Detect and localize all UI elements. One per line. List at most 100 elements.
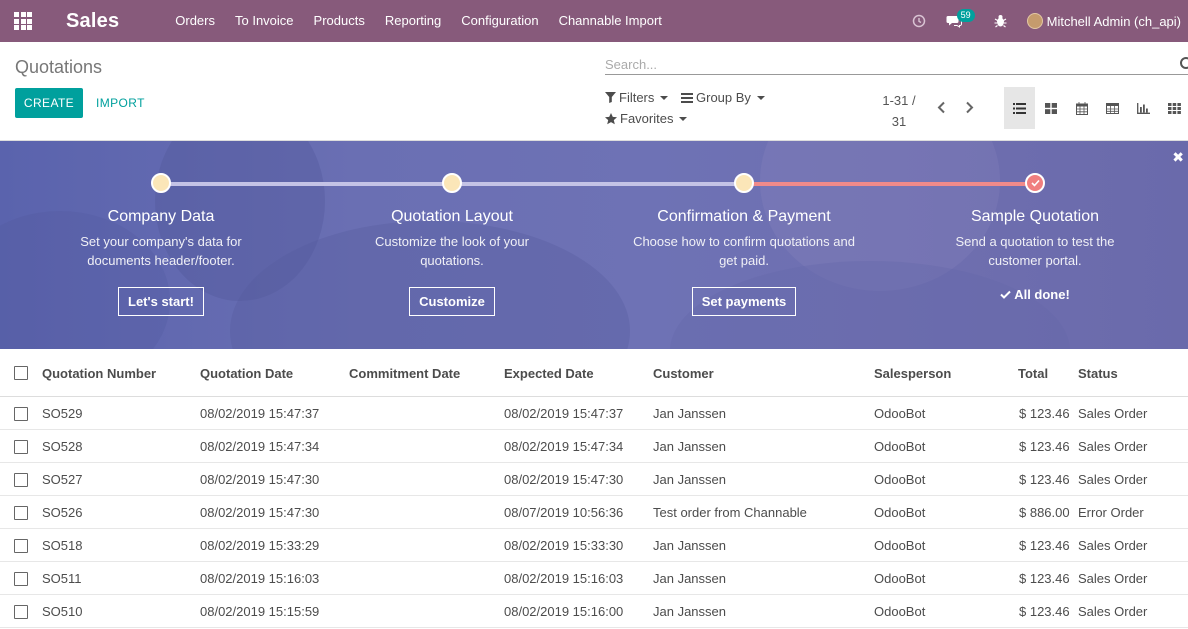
cell-salesperson: OdooBot [874, 505, 926, 520]
cell-salesperson: OdooBot [874, 604, 926, 619]
cell-customer: Jan Janssen [653, 406, 726, 421]
table-header: Quotation Number Quotation Date Commitme… [0, 349, 1188, 397]
cell-status: Sales Order [1078, 439, 1148, 454]
app-brand[interactable]: Sales [66, 10, 119, 33]
table-row[interactable]: SO518 08/02/2019 15:33:29 08/02/2019 15:33… [0, 529, 1188, 562]
menu-configuration[interactable]: Configuration [451, 0, 548, 42]
menu-reporting[interactable]: Reporting [375, 0, 451, 42]
star-icon [605, 112, 617, 124]
column-customer[interactable]: Customer [653, 366, 714, 381]
cell-expected-date: 08/07/2019 10:56:36 [504, 505, 624, 520]
messages-icon[interactable]: 59 [936, 0, 984, 42]
step-sample-quotation: Sample Quotation Send a quotation to tes… [915, 208, 1155, 302]
row-checkbox[interactable] [14, 572, 28, 586]
cell-quotation-date: 08/02/2019 15:47:30 [200, 472, 320, 487]
favorites-dropdown[interactable]: Favorites [605, 111, 688, 126]
messages-badge: 59 [956, 9, 975, 22]
row-checkbox[interactable] [14, 473, 28, 487]
table-row[interactable]: SO511 08/02/2019 15:16:03 08/02/2019 15:16… [0, 562, 1188, 595]
step-dot-company [151, 173, 171, 193]
activity-clock-icon[interactable] [902, 0, 936, 42]
cell-status: Sales Order [1078, 406, 1148, 421]
row-checkbox[interactable] [14, 539, 28, 553]
column-status[interactable]: Status [1078, 366, 1118, 381]
create-button[interactable]: CREATE [15, 88, 83, 118]
check-icon [1000, 290, 1011, 299]
column-expected-date[interactable]: Expected Date [504, 366, 594, 381]
customize-button[interactable]: Customize [409, 287, 495, 316]
row-checkbox[interactable] [14, 605, 28, 619]
list-view-icon[interactable] [1004, 87, 1035, 129]
filters-dropdown[interactable]: Filters [605, 90, 669, 105]
cell-quotation-date: 08/02/2019 15:33:29 [200, 538, 320, 553]
step-quotation-layout: Quotation Layout Customize the look of y… [332, 208, 572, 316]
column-quotation-date[interactable]: Quotation Date [200, 366, 293, 381]
row-checkbox[interactable] [14, 407, 28, 421]
set-payments-button[interactable]: Set payments [691, 287, 797, 316]
cell-total: $ 123.46 [1019, 538, 1070, 553]
page-title[interactable]: Quotations [15, 57, 102, 78]
column-quotation-number[interactable]: Quotation Number [42, 366, 156, 381]
apps-menu-icon[interactable] [0, 0, 46, 42]
step-description: Send a quotation to test the customer po… [955, 234, 1115, 268]
cell-status: Error Order [1078, 505, 1144, 520]
step-title: Company Data [107, 208, 215, 225]
all-done-text: All done! [1014, 287, 1070, 302]
table-row[interactable]: SO529 08/02/2019 15:47:37 08/02/2019 15:47… [0, 397, 1188, 430]
step-title: Quotation Layout [391, 208, 513, 225]
user-menu[interactable]: Mitchell Admin (ch_api) [1017, 0, 1188, 42]
grid-view-icon[interactable] [1159, 87, 1188, 129]
control-panel: Quotations CREATE IMPORT Filters Group B… [0, 42, 1188, 141]
groupby-dropdown[interactable]: Group By [681, 90, 765, 105]
cell-quotation-number: SO529 [42, 406, 83, 421]
user-name: Mitchell Admin (ch_api) [1046, 13, 1181, 29]
row-checkbox[interactable] [14, 440, 28, 454]
cell-total: $ 123.46 [1019, 604, 1070, 619]
pager-previous-icon[interactable] [934, 100, 948, 114]
groupby-label: Group By [696, 90, 751, 105]
row-checkbox[interactable] [14, 506, 28, 520]
menu-products[interactable]: Products [304, 0, 375, 42]
column-total[interactable]: Total [1018, 366, 1048, 381]
step-confirmation-payment: Confirmation & Payment Choose how to con… [624, 208, 864, 316]
cell-status: Sales Order [1078, 571, 1148, 586]
cell-salesperson: OdooBot [874, 439, 926, 454]
bars-icon [681, 92, 693, 103]
lets-start-button[interactable]: Let's start! [118, 287, 204, 316]
search-icon[interactable] [1180, 57, 1188, 69]
cell-salesperson: OdooBot [874, 571, 926, 586]
graph-view-icon[interactable] [1128, 87, 1159, 129]
cell-customer: Jan Janssen [653, 571, 726, 586]
table-row[interactable]: SO510 08/02/2019 15:15:59 08/02/2019 15:16… [0, 595, 1188, 628]
quotations-table: Quotation Number Quotation Date Commitme… [0, 349, 1188, 628]
menu-to-invoice[interactable]: To Invoice [225, 0, 304, 42]
filter-icon [605, 92, 616, 103]
table-row[interactable]: SO527 08/02/2019 15:47:30 08/02/2019 15:47… [0, 463, 1188, 496]
debug-bug-icon[interactable] [984, 0, 1017, 42]
pager-total: 31 [891, 114, 907, 129]
calendar-view-icon[interactable] [1066, 87, 1097, 129]
table-row[interactable]: SO528 08/02/2019 15:47:34 08/02/2019 15:47… [0, 430, 1188, 463]
select-all-checkbox[interactable] [14, 366, 28, 380]
pager-next-icon[interactable] [962, 100, 976, 114]
pager-value[interactable]: 1-31 / 31 [876, 90, 922, 132]
close-banner-icon[interactable]: ✖ [1172, 149, 1184, 166]
menu-orders[interactable]: Orders [165, 0, 225, 42]
step-company-data: Company Data Set your company's data for… [41, 208, 281, 316]
step-done-check-icon [1025, 173, 1045, 193]
main-menu: Orders To Invoice Products Reporting Con… [165, 0, 672, 42]
column-commitment-date[interactable]: Commitment Date [349, 366, 460, 381]
cell-status: Sales Order [1078, 472, 1148, 487]
cell-customer: Jan Janssen [653, 439, 726, 454]
step-description: Choose how to confirm quotations and get… [633, 234, 855, 268]
menu-channable-import[interactable]: Channable Import [549, 0, 672, 42]
cell-salesperson: OdooBot [874, 472, 926, 487]
import-button[interactable]: IMPORT [96, 88, 145, 118]
table-row[interactable]: SO526 08/02/2019 15:47:30 08/07/2019 10:56… [0, 496, 1188, 529]
kanban-view-icon[interactable] [1035, 87, 1066, 129]
pivot-view-icon[interactable] [1097, 87, 1128, 129]
view-switcher [1004, 87, 1188, 129]
avatar [1026, 13, 1043, 29]
search-input[interactable] [605, 54, 1165, 74]
column-salesperson[interactable]: Salesperson [874, 366, 951, 381]
